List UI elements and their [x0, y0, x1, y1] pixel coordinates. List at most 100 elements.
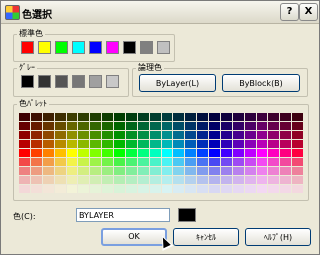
palette-color-cell[interactable] — [78, 185, 90, 193]
gray-color-swatch[interactable] — [89, 75, 102, 88]
palette-color-cell[interactable] — [42, 185, 54, 193]
palette-color-cell[interactable] — [149, 131, 161, 139]
palette-color-cell[interactable] — [280, 149, 292, 157]
palette-color-cell[interactable] — [149, 167, 161, 175]
palette-color-cell[interactable] — [54, 140, 66, 148]
palette-color-cell[interactable] — [280, 140, 292, 148]
palette-color-cell[interactable] — [268, 158, 280, 166]
palette-color-cell[interactable] — [232, 122, 244, 130]
palette-color-cell[interactable] — [173, 176, 185, 184]
palette-color-cell[interactable] — [137, 131, 149, 139]
palette-color-cell[interactable] — [256, 185, 268, 193]
palette-color-cell[interactable] — [161, 167, 173, 175]
palette-color-cell[interactable] — [244, 167, 256, 175]
palette-color-cell[interactable] — [197, 149, 208, 157]
bylayer-button[interactable]: ByLayer(L) — [139, 74, 216, 92]
palette-color-cell[interactable] — [54, 113, 66, 121]
palette-color-cell[interactable] — [42, 122, 54, 130]
palette-color-cell[interactable] — [292, 149, 303, 157]
palette-color-cell[interactable] — [244, 149, 256, 157]
palette-color-cell[interactable] — [30, 140, 42, 148]
gray-color-swatch[interactable] — [38, 75, 51, 88]
palette-color-cell[interactable] — [102, 113, 113, 121]
palette-color-cell[interactable] — [232, 149, 244, 157]
gray-color-swatch[interactable] — [21, 75, 34, 88]
palette-color-cell[interactable] — [280, 176, 292, 184]
palette-color-cell[interactable] — [90, 185, 102, 193]
palette-color-cell[interactable] — [161, 122, 173, 130]
standard-color-swatch[interactable] — [123, 41, 136, 54]
palette-color-cell[interactable] — [280, 131, 292, 139]
palette-color-cell[interactable] — [54, 149, 66, 157]
palette-color-cell[interactable] — [232, 158, 244, 166]
palette-color-cell[interactable] — [102, 185, 113, 193]
palette-color-cell[interactable] — [268, 167, 280, 175]
palette-color-cell[interactable] — [42, 113, 54, 121]
palette-color-cell[interactable] — [137, 167, 149, 175]
help-button[interactable]: ﾍﾙﾌﾟ(H) — [245, 228, 311, 246]
palette-color-cell[interactable] — [102, 167, 113, 175]
palette-color-cell[interactable] — [292, 140, 303, 148]
palette-color-cell[interactable] — [292, 167, 303, 175]
palette-color-cell[interactable] — [292, 131, 303, 139]
palette-color-cell[interactable] — [197, 158, 208, 166]
palette-color-cell[interactable] — [173, 131, 185, 139]
standard-color-swatch[interactable] — [72, 41, 85, 54]
palette-color-cell[interactable] — [209, 140, 220, 148]
palette-color-cell[interactable] — [256, 176, 268, 184]
palette-color-cell[interactable] — [137, 149, 149, 157]
palette-color-cell[interactable] — [102, 131, 113, 139]
standard-color-swatch[interactable] — [38, 41, 51, 54]
palette-color-cell[interactable] — [102, 140, 113, 148]
palette-color-cell[interactable] — [185, 122, 197, 130]
cancel-button[interactable]: ｷｬﾝｾﾙ — [173, 228, 239, 246]
palette-color-cell[interactable] — [19, 122, 30, 130]
palette-color-cell[interactable] — [256, 122, 268, 130]
palette-color-cell[interactable] — [161, 149, 173, 157]
palette-color-cell[interactable] — [66, 176, 78, 184]
palette-color-cell[interactable] — [232, 140, 244, 148]
palette-color-cell[interactable] — [280, 185, 292, 193]
palette-color-cell[interactable] — [114, 158, 125, 166]
palette-color-cell[interactable] — [268, 176, 280, 184]
palette-color-cell[interactable] — [125, 140, 137, 148]
palette-color-cell[interactable] — [114, 185, 125, 193]
palette-color-cell[interactable] — [30, 122, 42, 130]
palette-color-cell[interactable] — [149, 185, 161, 193]
palette-color-cell[interactable] — [149, 158, 161, 166]
palette-color-cell[interactable] — [173, 113, 185, 121]
palette-color-cell[interactable] — [125, 149, 137, 157]
palette-color-cell[interactable] — [161, 140, 173, 148]
palette-color-cell[interactable] — [42, 140, 54, 148]
palette-color-cell[interactable] — [137, 158, 149, 166]
palette-color-cell[interactable] — [220, 122, 232, 130]
palette-color-cell[interactable] — [42, 131, 54, 139]
palette-color-cell[interactable] — [173, 149, 185, 157]
palette-color-cell[interactable] — [149, 149, 161, 157]
palette-color-cell[interactable] — [268, 122, 280, 130]
palette-color-cell[interactable] — [220, 176, 232, 184]
palette-color-cell[interactable] — [125, 176, 137, 184]
palette-color-cell[interactable] — [90, 149, 102, 157]
palette-color-cell[interactable] — [244, 140, 256, 148]
palette-color-cell[interactable] — [54, 131, 66, 139]
palette-color-cell[interactable] — [102, 158, 113, 166]
palette-color-cell[interactable] — [185, 176, 197, 184]
standard-color-swatch[interactable] — [89, 41, 102, 54]
palette-color-cell[interactable] — [78, 113, 90, 121]
palette-color-cell[interactable] — [78, 167, 90, 175]
palette-color-cell[interactable] — [232, 131, 244, 139]
palette-color-cell[interactable] — [42, 176, 54, 184]
palette-color-cell[interactable] — [78, 149, 90, 157]
palette-color-cell[interactable] — [30, 176, 42, 184]
palette-color-cell[interactable] — [232, 176, 244, 184]
palette-color-cell[interactable] — [268, 149, 280, 157]
palette-color-cell[interactable] — [42, 149, 54, 157]
palette-color-cell[interactable] — [149, 122, 161, 130]
palette-color-cell[interactable] — [78, 176, 90, 184]
palette-color-cell[interactable] — [30, 131, 42, 139]
palette-color-cell[interactable] — [102, 149, 113, 157]
palette-color-cell[interactable] — [292, 113, 303, 121]
palette-color-cell[interactable] — [209, 158, 220, 166]
palette-color-cell[interactable] — [149, 176, 161, 184]
